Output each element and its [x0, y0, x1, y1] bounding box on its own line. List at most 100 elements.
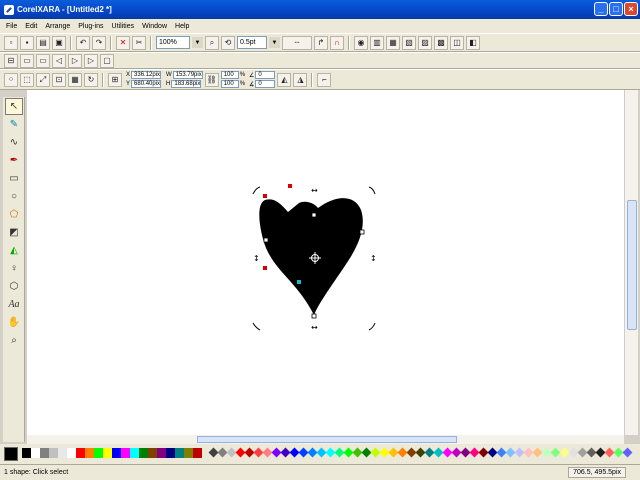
drawing-canvas[interactable]: ↔ ↔ ↕ ↕ [27, 90, 624, 435]
horseshoe-icon[interactable]: ∩ [330, 35, 344, 50]
select-inside-icon[interactable]: ⊡ [52, 72, 66, 87]
menu-edit[interactable]: Edit [25, 23, 37, 30]
fill-tool-icon[interactable]: ◩ [5, 224, 23, 241]
zoom-field[interactable]: 100% [156, 36, 190, 49]
colour-swatch[interactable] [139, 448, 148, 458]
colour-swatch[interactable] [103, 448, 112, 458]
text-tool-icon[interactable]: Aa [5, 296, 23, 313]
open-folder-icon[interactable]: ▤ [36, 35, 50, 50]
colour-swatch[interactable] [58, 448, 67, 458]
lock-aspect-icon[interactable]: ⛓ [204, 72, 219, 87]
rotate-angle-field[interactable]: 0 [255, 71, 276, 79]
blobs-icon[interactable]: ⁘ [4, 72, 18, 87]
maximize-button[interactable]: □ [609, 2, 623, 16]
colour-swatch[interactable] [184, 448, 193, 458]
page-icon[interactable]: ▭ [20, 53, 34, 68]
page-first-icon[interactable]: ⊟ [4, 53, 18, 68]
page-blank-icon[interactable]: ▭ [36, 53, 50, 68]
shape-editor-tool-icon[interactable]: ✎ [5, 116, 23, 133]
x-position-field[interactable]: 336.12pix [131, 71, 162, 79]
arrowhead-icon[interactable]: ↱ [314, 35, 328, 50]
current-fill-swatch[interactable] [4, 447, 18, 461]
new-document-icon[interactable]: ▫ [4, 35, 18, 50]
name-gallery-icon[interactable]: ◫ [450, 35, 464, 50]
rotate-icon[interactable]: ↻ [84, 72, 98, 87]
colour-swatch[interactable] [22, 448, 31, 458]
anchor-icon[interactable]: ⊞ [108, 72, 122, 87]
horizontal-scroll-thumb[interactable] [197, 436, 457, 443]
front-icon[interactable]: ⌐ [317, 72, 332, 87]
line-width-field[interactable]: 0.5pt [237, 36, 267, 49]
colour-swatch[interactable] [157, 448, 166, 458]
save-icon[interactable]: ▣ [52, 35, 66, 50]
colour-swatch[interactable] [40, 448, 49, 458]
clipart-gallery-icon[interactable]: ◧ [466, 35, 480, 50]
colour-swatch[interactable] [85, 448, 94, 458]
scale-lines-icon[interactable]: ▦ [68, 72, 82, 87]
menu-help[interactable]: Help [175, 23, 189, 30]
page-last-icon[interactable]: ▷ [84, 53, 98, 68]
skew-angle-field[interactable]: 0 [255, 80, 276, 88]
mould-tool-icon[interactable]: ⬡ [5, 278, 23, 295]
height-field[interactable]: 183.68pix [171, 80, 202, 88]
zoom-tool-icon[interactable]: ⌕ [5, 332, 23, 349]
ellipse-tool-icon[interactable]: ○ [5, 188, 23, 205]
colour-swatch[interactable] [130, 448, 139, 458]
delete-icon[interactable]: ✕ [116, 35, 130, 50]
vertical-scrollbar[interactable] [624, 90, 638, 435]
colour-swatch[interactable] [112, 448, 121, 458]
font-gallery-icon[interactable]: ▨ [418, 35, 432, 50]
colour-swatch[interactable] [94, 448, 103, 458]
colour-swatch[interactable] [193, 448, 202, 458]
blend-tool-icon[interactable]: ♀ [5, 260, 23, 277]
line-width-dropdown-icon[interactable]: ▼ [269, 37, 280, 48]
width-field[interactable]: 153.79pix [172, 71, 203, 79]
layer-gallery-icon[interactable]: ▥ [370, 35, 384, 50]
menu-utilities[interactable]: Utilities [112, 23, 135, 30]
colour-swatch[interactable] [148, 448, 157, 458]
push-tool-icon[interactable]: ✋ [5, 314, 23, 331]
menu-file[interactable]: File [6, 23, 17, 30]
cut-icon[interactable]: ✂ [132, 35, 146, 50]
line-gallery-icon[interactable]: ▩ [434, 35, 448, 50]
colour-swatch[interactable] [121, 448, 130, 458]
horizontal-scrollbar[interactable] [27, 435, 624, 444]
colour-swatch[interactable] [166, 448, 175, 458]
flip-horizontal-icon[interactable]: ◭ [277, 72, 292, 87]
colour-diamond-swatch[interactable] [622, 447, 633, 458]
selector-tool-icon[interactable]: ↖ [5, 98, 23, 115]
new-template-icon[interactable]: ▪ [20, 35, 34, 50]
freehand-tool-icon[interactable]: ∿ [5, 134, 23, 151]
menu-plugins[interactable]: Plug-ins [78, 23, 103, 30]
zoom-previous-icon[interactable]: ⟲ [221, 35, 235, 50]
vertical-scroll-thumb[interactable] [627, 200, 637, 330]
undo-icon[interactable]: ↶ [76, 35, 90, 50]
colour-swatch[interactable] [67, 448, 76, 458]
transparency-tool-icon[interactable]: ◭ [5, 242, 23, 259]
rectangle-tool-icon[interactable]: ▭ [5, 170, 23, 187]
menu-arrange[interactable]: Arrange [45, 23, 70, 30]
scale-height-field[interactable]: 100 [220, 80, 239, 88]
flip-vertical-icon[interactable]: ◮ [293, 72, 308, 87]
heart-shape[interactable] [259, 198, 363, 315]
rotate-handles-icon[interactable]: ⤢ [36, 72, 50, 87]
colour-swatch[interactable] [175, 448, 184, 458]
fill-gallery-icon[interactable]: ▧ [402, 35, 416, 50]
y-position-field[interactable]: 680.40pix [131, 80, 162, 88]
bounds-icon[interactable]: ⬚ [20, 72, 34, 87]
zoom-icon[interactable]: ⌕ [205, 35, 219, 50]
minimize-button[interactable]: _ [594, 2, 608, 16]
colour-swatch[interactable] [31, 448, 40, 458]
page-prev-icon[interactable]: ◁ [52, 53, 66, 68]
colour-swatch[interactable] [76, 448, 85, 458]
redo-icon[interactable]: ↷ [92, 35, 106, 50]
colour-swatch[interactable] [49, 448, 58, 458]
menu-window[interactable]: Window [142, 23, 167, 30]
line-style-icon[interactable]: ┄ [282, 35, 312, 50]
bitmap-gallery-icon[interactable]: ▦ [386, 35, 400, 50]
page-next-icon[interactable]: ▷ [68, 53, 82, 68]
colour-editor-icon[interactable]: ◉ [354, 35, 368, 50]
close-button[interactable]: × [624, 2, 638, 16]
quickshape-tool-icon[interactable]: ⬠ [5, 206, 23, 223]
zoom-dropdown-icon[interactable]: ▼ [192, 37, 203, 48]
